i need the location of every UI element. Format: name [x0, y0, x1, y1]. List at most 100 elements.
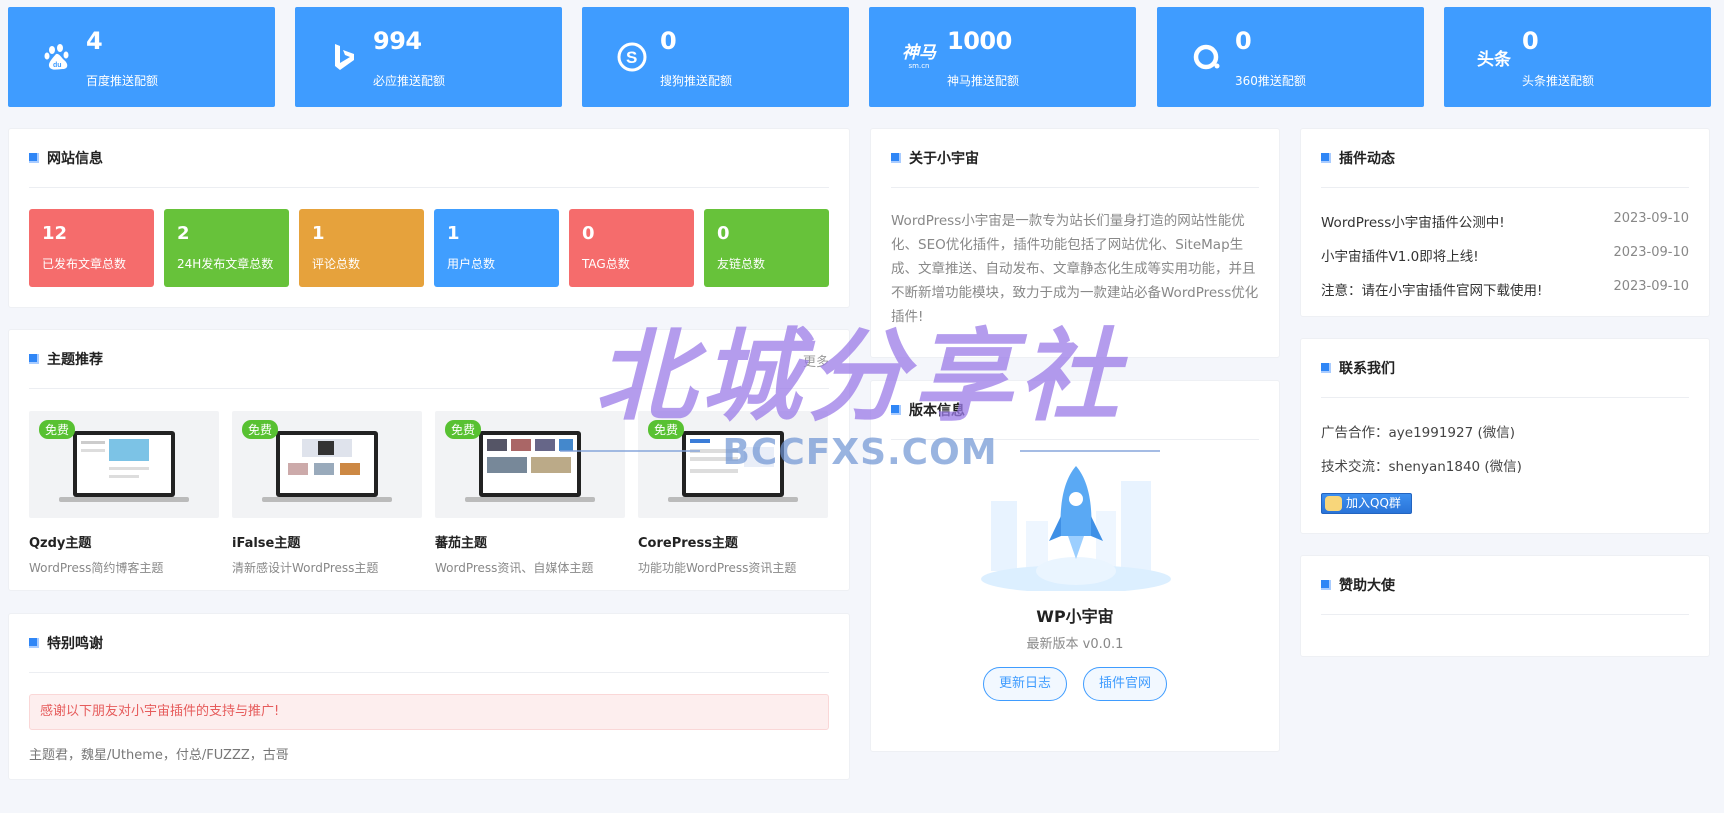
laptop-preview-icon — [668, 431, 798, 502]
stat-card-baidu: du 4 百度推送配额 — [8, 7, 275, 107]
theme-preview: 免费 — [29, 411, 219, 518]
tile-label: 用户总数 — [447, 257, 496, 271]
rocket-illustration — [981, 466, 1171, 591]
qq-group-icon — [1325, 496, 1342, 511]
stat-value: 0 — [1522, 27, 1539, 55]
free-badge: 免费 — [648, 420, 685, 439]
sogou-icon: S — [610, 37, 654, 77]
news-item[interactable]: 小宇宙插件V1.0即将上线! 2023-09-10 — [1321, 245, 1689, 265]
thanks-panel: 特别鸣谢 感谢以下朋友对小宇宙插件的支持与推广! 主题君，魏星/Utheme，付… — [8, 613, 850, 780]
title-square-icon — [1321, 363, 1331, 373]
panel-title: 主题推荐 — [47, 352, 103, 368]
theme-card[interactable]: 免费 蕃茄主题 WordPress资讯、自媒体主题 — [435, 411, 625, 576]
latest-version: 最新版本 v0.0.1 — [1026, 637, 1124, 652]
theme-desc: WordPress简约博客主题 — [29, 561, 164, 575]
theme-preview: 免费 — [232, 411, 422, 518]
tile-users[interactable]: 1 用户总数 — [434, 209, 559, 287]
theme-preview: 免费 — [435, 411, 625, 518]
shenma-icon: 神马 sm.cn — [897, 37, 941, 77]
panel-header: 网站信息 — [29, 147, 829, 188]
tile-posts-24h[interactable]: 2 24H发布文章总数 — [164, 209, 289, 287]
tile-tags[interactable]: 0 TAG总数 — [569, 209, 694, 287]
news-date: 2023-09-10 — [1613, 279, 1689, 294]
tile-comments[interactable]: 1 评论总数 — [299, 209, 424, 287]
about-panel: 关于小宇宙 WordPress小宇宙是一款专为站长们量身打造的网站性能优化、SE… — [870, 128, 1280, 358]
tile-label: 友链总数 — [717, 257, 766, 271]
stat-card-sogou: S 0 搜狗推送配额 — [582, 7, 849, 107]
news-text: 小宇宙插件V1.0即将上线! — [1321, 249, 1479, 265]
stat-label: 必应推送配额 — [373, 74, 446, 88]
site-info-panel: 网站信息 12 已发布文章总数 2 24H发布文章总数 1 评论总数 1 用户总数 0 T… — [8, 128, 850, 308]
stat-value: 0 — [1235, 27, 1252, 55]
laptop-preview-icon — [262, 431, 392, 502]
news-text: 注意：请在小宇宙插件官网下载使用! — [1321, 283, 1543, 299]
stat-label: 搜狗推送配额 — [660, 74, 733, 88]
title-square-icon — [29, 354, 39, 364]
news-text: WordPress小宇宙插件公测中! — [1321, 215, 1505, 231]
stat-label: 360推送配额 — [1235, 74, 1306, 88]
title-square-icon — [1321, 580, 1331, 590]
stat-label: 头条推送配额 — [1522, 74, 1595, 88]
360-icon — [1185, 37, 1229, 77]
svg-text:S: S — [626, 48, 637, 67]
shenma-icon-text: 神马 — [902, 43, 936, 63]
plugin-site-button[interactable]: 插件官网 — [1083, 667, 1167, 701]
tile-value: 1 — [447, 223, 460, 244]
theme-card[interactable]: 免费 iFalse主题 清新感设计WordPress主题 — [232, 411, 422, 576]
free-badge: 免费 — [242, 420, 279, 439]
panel-title: 关于小宇宙 — [909, 151, 979, 167]
panel-title: 版本信息 — [909, 403, 965, 419]
tile-links[interactable]: 0 友链总数 — [704, 209, 829, 287]
themes-panel: 主题推荐 更多 免费 Qzdy主题 WordPress简约博客主题 免费 iFa… — [8, 329, 850, 591]
tile-value: 0 — [717, 223, 730, 244]
news-panel: 插件动态 WordPress小宇宙插件公测中! 2023-09-10 小宇宙插件V… — [1300, 128, 1710, 317]
sponsor-panel: 赞助大使 — [1300, 555, 1710, 657]
title-square-icon — [891, 405, 901, 415]
contact-panel: 联系我们 广告合作：aye1991927 (微信) 技术交流：shenyan18… — [1300, 338, 1710, 534]
laptop-preview-icon — [59, 431, 189, 502]
theme-desc: WordPress资讯、自媒体主题 — [435, 561, 594, 575]
title-square-icon — [1321, 153, 1331, 163]
more-link[interactable]: 更多 — [803, 351, 829, 370]
panel-title: 网站信息 — [47, 151, 103, 167]
thanks-names: 主题君，魏星/Utheme，付总/FUZZZ，古哥 — [29, 748, 289, 763]
theme-name: CorePress主题 — [638, 536, 738, 551]
join-qq-label: 加入QQ群 — [1346, 496, 1401, 510]
panel-title: 赞助大使 — [1339, 578, 1395, 594]
thanks-notice: 感谢以下朋友对小宇宙插件的支持与推广! — [29, 694, 829, 730]
stat-label: 神马推送配额 — [947, 74, 1020, 88]
free-badge: 免费 — [445, 420, 482, 439]
contact-tech: 技术交流：shenyan1840 (微信) — [1321, 459, 1522, 475]
about-text: WordPress小宇宙是一款专为站长们量身打造的网站性能优化、SEO优化插件，… — [891, 213, 1259, 325]
stat-label: 百度推送配额 — [86, 74, 159, 88]
stat-card-360: 0 360推送配额 — [1157, 7, 1424, 107]
title-square-icon — [29, 638, 39, 648]
tile-label: TAG总数 — [582, 257, 630, 271]
free-badge: 免费 — [39, 420, 76, 439]
changelog-button[interactable]: 更新日志 — [983, 667, 1067, 701]
contact-ad: 广告合作：aye1991927 (微信) — [1321, 425, 1516, 441]
news-item[interactable]: 注意：请在小宇宙插件官网下载使用! 2023-09-10 — [1321, 279, 1689, 299]
laptop-preview-icon — [465, 431, 595, 502]
tile-posts[interactable]: 12 已发布文章总数 — [29, 209, 154, 287]
news-item[interactable]: WordPress小宇宙插件公测中! 2023-09-10 — [1321, 211, 1689, 231]
stat-card-shenma: 神马 sm.cn 1000 神马推送配额 — [869, 7, 1136, 107]
join-qq-button[interactable]: 加入QQ群 — [1321, 493, 1412, 514]
theme-card[interactable]: 免费 CorePress主题 功能功能WordPress资讯主题 — [638, 411, 828, 576]
version-panel: 版本信息 WP小宇宙 最新版本 v0.0.1 更新日志 插件官网 — [870, 380, 1280, 752]
theme-desc: 功能功能WordPress资讯主题 — [638, 561, 797, 575]
tile-label: 24H发布文章总数 — [177, 257, 274, 271]
shenma-icon-sub: sm.cn — [908, 62, 930, 70]
theme-card[interactable]: 免费 Qzdy主题 WordPress简约博客主题 — [29, 411, 219, 576]
stat-value: 0 — [660, 27, 677, 55]
theme-preview: 免费 — [638, 411, 828, 518]
tile-label: 评论总数 — [312, 257, 361, 271]
theme-name: Qzdy主题 — [29, 536, 92, 551]
stat-value: 1000 — [947, 27, 1012, 55]
panel-header: 关于小宇宙 — [891, 147, 1259, 188]
baidu-icon: du — [36, 37, 80, 77]
stat-value: 994 — [373, 27, 422, 55]
toutiao-icon-text: 头条 — [1477, 49, 1511, 70]
news-date: 2023-09-10 — [1613, 245, 1689, 260]
stat-card-bing: 994 必应推送配额 — [295, 7, 562, 107]
